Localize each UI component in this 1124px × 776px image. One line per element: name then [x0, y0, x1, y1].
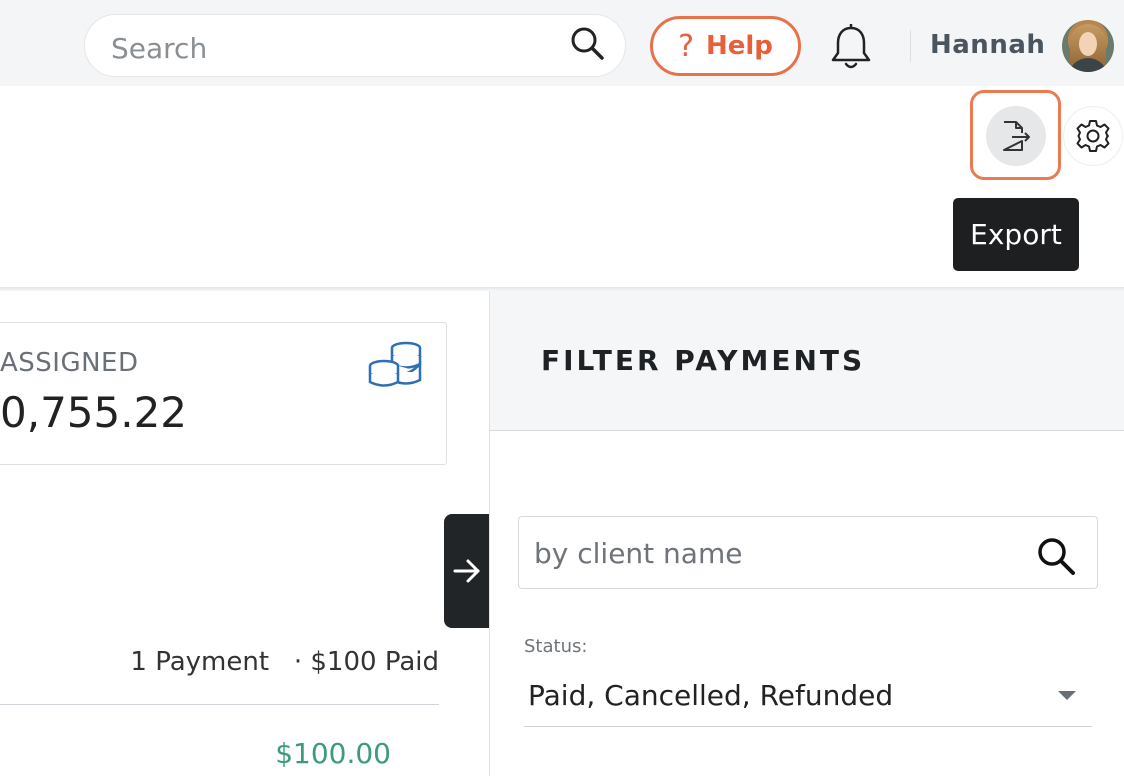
global-search-input[interactable]: Search [84, 14, 626, 77]
export-icon [1003, 121, 1030, 151]
export-button[interactable] [986, 106, 1046, 166]
header-divider [910, 30, 911, 62]
payment-paid-total: · $100 Paid [293, 647, 439, 677]
gear-icon [1076, 120, 1110, 152]
arrow-right-icon [453, 559, 480, 583]
chevron-down-icon [1058, 691, 1076, 700]
summary-label: ASSIGNED [0, 348, 139, 378]
settings-button[interactable] [1063, 106, 1123, 166]
export-tooltip: Export [953, 198, 1079, 271]
help-button[interactable]: ? Help [650, 16, 801, 76]
payment-summary: 1 Payment · $100 Paid [0, 647, 439, 677]
status-value: Paid, Cancelled, Refunded [528, 679, 894, 712]
filter-title: FILTER PAYMENTS [541, 344, 866, 377]
user-name[interactable]: Hannah [930, 30, 1045, 60]
help-label: Help [706, 31, 773, 61]
payment-amount[interactable]: $100.00 [0, 737, 391, 770]
summary-value: 0,755.22 [0, 388, 188, 437]
client-name-search-input[interactable]: by client name [518, 516, 1098, 589]
filter-panel: FILTER PAYMENTS by client name Status: P… [489, 291, 1124, 776]
help-icon: ? [678, 28, 694, 64]
status-label: Status: [524, 636, 588, 657]
status-select[interactable]: Paid, Cancelled, Refunded [524, 671, 1092, 727]
search-placeholder: Search [111, 32, 208, 65]
avatar[interactable] [1062, 20, 1114, 72]
collapse-filter-button[interactable] [444, 514, 490, 628]
coins-icon [366, 340, 424, 394]
client-search-placeholder: by client name [534, 537, 743, 570]
search-icon[interactable] [568, 24, 608, 64]
row-divider [0, 704, 439, 705]
bell-icon[interactable] [829, 22, 873, 72]
search-icon[interactable] [1035, 535, 1077, 577]
payment-count: 1 Payment [130, 647, 270, 677]
filter-header: FILTER PAYMENTS [490, 291, 1124, 431]
avatar-face [1079, 32, 1097, 56]
top-bar: Search ? Help Hannah [0, 0, 1124, 86]
